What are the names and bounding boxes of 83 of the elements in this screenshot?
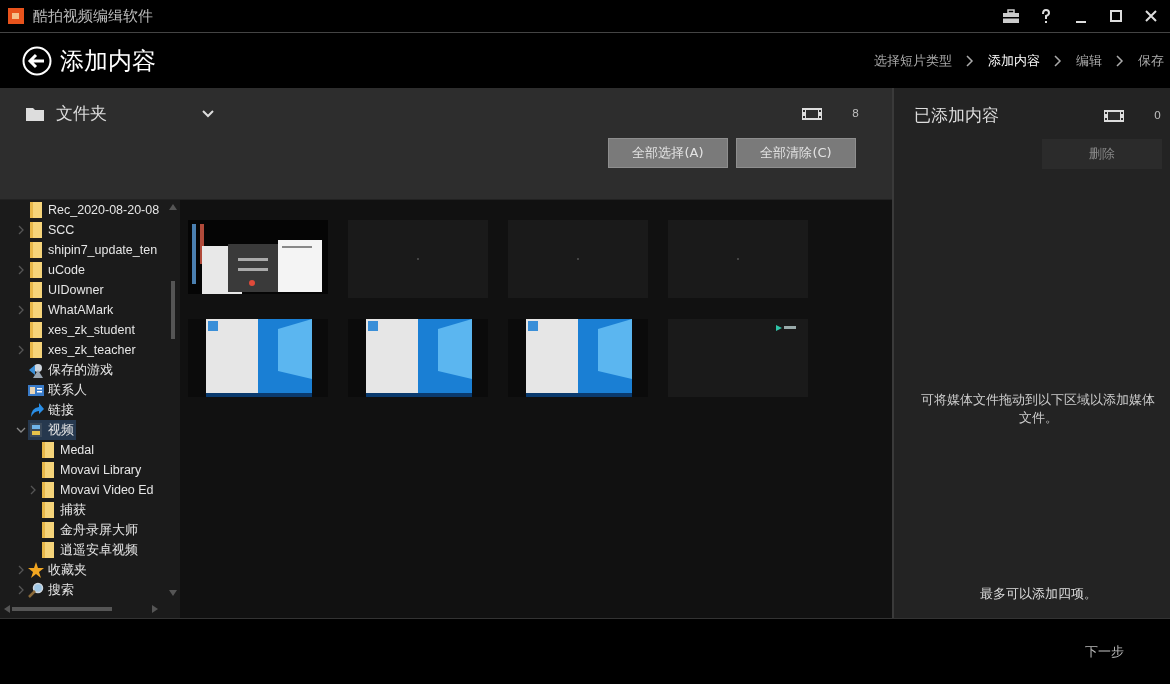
- folder-icon: [28, 242, 44, 258]
- tree-item[interactable]: 捕获: [40, 500, 88, 520]
- delete-button[interactable]: 删除: [1042, 139, 1162, 169]
- film-icon: [802, 106, 822, 121]
- folder-icon: [40, 442, 56, 458]
- star-icon: [28, 562, 44, 578]
- film-icon: [1104, 108, 1124, 123]
- limit-note: 最多可以添加四项。: [978, 585, 1098, 603]
- tree-item[interactable]: 收藏夹: [28, 560, 89, 580]
- folder-icon: [40, 462, 56, 478]
- chevron-down-icon: [202, 109, 214, 118]
- tree-item[interactable]: UIDowner: [28, 280, 106, 300]
- scroll-up-icon: [169, 204, 177, 210]
- tree-item[interactable]: xes_zk_teacher: [28, 340, 138, 360]
- tree-item[interactable]: Rec_2020-08-20-08: [28, 200, 162, 220]
- folder-icon: [28, 322, 44, 338]
- folder-icon: [28, 302, 44, 318]
- tree-item[interactable]: WhatAMark: [28, 300, 116, 320]
- page-title: 添加内容: [60, 45, 156, 77]
- tree-item[interactable]: xes_zk_student: [28, 320, 137, 340]
- tree-item[interactable]: 搜索: [28, 580, 76, 600]
- folder-icon: [40, 542, 56, 558]
- step-label: 添加内容: [988, 51, 1040, 70]
- tree-item[interactable]: shipin7_update_ten: [28, 240, 160, 260]
- step-label: 选择短片类型: [874, 51, 952, 70]
- chess-piece-icon: [28, 362, 44, 378]
- tree-item[interactable]: Movavi Video Ed: [40, 480, 156, 500]
- chevron-right-icon: [1054, 54, 1062, 67]
- select-button[interactable]: 全部选择(A): [608, 138, 728, 168]
- chevron-down-icon[interactable]: [16, 425, 26, 435]
- folder-icon: [26, 106, 44, 121]
- folder-icon: [28, 202, 44, 218]
- tree-item[interactable]: Medal: [40, 440, 97, 460]
- folder-icon: [40, 502, 56, 518]
- folder-icon: [28, 262, 44, 278]
- tree-item[interactable]: 逍遥安卓视频: [40, 540, 140, 560]
- next-button[interactable]: 下一步: [1079, 641, 1130, 662]
- tree-item[interactable]: 金舟录屏大师: [40, 520, 140, 540]
- folder-icon: [28, 222, 44, 238]
- folder-icon: [28, 342, 44, 358]
- folder-dropdown[interactable]: 文件夹: [56, 102, 214, 125]
- maximize-icon[interactable]: [1107, 7, 1125, 25]
- folder-icon: [40, 522, 56, 538]
- video-icon: [28, 422, 44, 438]
- chevron-right-icon[interactable]: [16, 565, 26, 575]
- panel-title: 已添加内容: [914, 104, 999, 127]
- folder-icon: [28, 282, 44, 298]
- back-icon[interactable]: [22, 45, 52, 76]
- tree-item[interactable]: 视频: [28, 420, 76, 440]
- tree-item[interactable]: 保存的游戏: [28, 360, 115, 380]
- vertical-scrollbar[interactable]: [168, 204, 178, 596]
- tree-item[interactable]: 链接: [28, 400, 76, 420]
- chevron-right-icon[interactable]: [16, 265, 26, 275]
- chevron-right-icon[interactable]: [16, 585, 26, 595]
- toolbox-icon[interactable]: [1002, 7, 1020, 25]
- magnifier-icon: [28, 582, 44, 598]
- chevron-right-icon[interactable]: [28, 485, 38, 495]
- app-logo-icon: [8, 8, 24, 24]
- horizontal-scrollbar[interactable]: [4, 604, 158, 614]
- chevron-right-icon[interactable]: [16, 305, 26, 315]
- tree-item[interactable]: Movavi Library: [40, 460, 144, 480]
- added-count: 0: [1154, 109, 1162, 122]
- chevron-right-icon[interactable]: [16, 345, 26, 355]
- chevron-right-icon: [1116, 54, 1124, 67]
- tree-item[interactable]: SCC: [28, 220, 77, 240]
- scroll-right-icon: [152, 605, 158, 613]
- scroll-down-icon: [169, 590, 177, 596]
- drop-hint: 可将媒体文件拖动到以下区域以添加媒体文件。: [920, 391, 1156, 427]
- arrow-icon: [28, 402, 44, 418]
- contact-card-icon: [28, 382, 44, 398]
- tree-item[interactable]: 联系人: [28, 380, 89, 400]
- step-label: 保存: [1138, 51, 1164, 70]
- media-count: 8: [852, 107, 860, 120]
- window-title: 酷拍视频编缉软件: [33, 6, 153, 26]
- scrollbar-thumb[interactable]: [12, 607, 112, 611]
- folder-icon: [40, 482, 56, 498]
- chevron-right-icon[interactable]: [16, 225, 26, 235]
- scroll-left-icon: [4, 605, 10, 613]
- tree-item[interactable]: uCode: [28, 260, 87, 280]
- clear-button[interactable]: 全部清除(C): [736, 138, 856, 168]
- chevron-right-icon: [966, 54, 974, 67]
- step-label: 编辑: [1076, 51, 1102, 70]
- scrollbar-thumb[interactable]: [171, 281, 175, 339]
